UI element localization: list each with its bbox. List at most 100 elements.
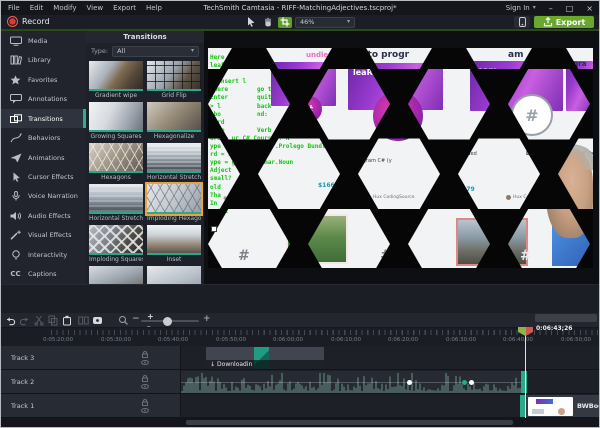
record-label: Record [22, 17, 50, 26]
transition-partial-2[interactable] [147, 266, 201, 284]
downloading-clip[interactable]: ↓ Downloadin [206, 347, 324, 369]
playback-bar: ‹ › 06:43 / 06:53 30 fps Properties [1, 284, 599, 313]
sidebar-item-visual-effects[interactable]: Visual Effects [1, 226, 86, 245]
crop-icon [280, 17, 290, 27]
playhead-line[interactable] [525, 335, 526, 418]
copy-button[interactable] [48, 315, 58, 326]
eye-icon[interactable] [141, 383, 149, 389]
timeline-ruler[interactable]: 0:05:20;00 0:05:30;00 0:05:40;00 0:05:50… [1, 327, 599, 346]
menu-help[interactable]: Help [146, 4, 162, 12]
cursor-icon [9, 172, 22, 182]
sign-in-label: Sign In [505, 4, 530, 12]
timeline-zoom-handle[interactable] [163, 316, 172, 326]
marker-button[interactable] [92, 315, 103, 326]
redo-button[interactable] [19, 315, 30, 326]
interactivity-icon [9, 250, 22, 260]
sidebar-item-favorites[interactable]: Favorites [1, 70, 86, 89]
maximize-button[interactable]: □ [566, 4, 574, 13]
sidebar-item-media[interactable]: Media [1, 31, 86, 50]
marker-icon [93, 317, 102, 324]
canvas-zoom-value: 46% [300, 18, 315, 26]
captions-icon: CC [10, 270, 21, 279]
keyframe-dot[interactable] [469, 379, 474, 385]
menu-export[interactable]: Export [113, 4, 136, 12]
menu-file[interactable]: File [8, 4, 20, 12]
bwbook-clip[interactable]: BWBook [520, 395, 599, 417]
keyframe-dot[interactable] [462, 379, 467, 385]
record-button[interactable]: Record [7, 16, 50, 27]
undo-button[interactable] [5, 315, 16, 326]
sidebar-item-label: Transitions [28, 114, 63, 123]
audio-gain-line[interactable] [181, 382, 527, 383]
lock-icon[interactable] [141, 398, 149, 406]
sidebar-item-animations[interactable]: Animations [1, 148, 86, 167]
type-filter-dropdown[interactable]: All ▾ [112, 45, 199, 57]
sidebar-item-audio-effects[interactable]: Audio Effects [1, 206, 86, 225]
magic-wand-icon [9, 230, 22, 241]
export-label: Export [555, 17, 586, 27]
keyframe-dot[interactable] [407, 379, 412, 385]
transition-imploding-hexagons[interactable]: Imploding Hexagons [147, 184, 201, 223]
track-row-3: Track 3 ↓ Downloadin [1, 346, 599, 370]
add-marker-button[interactable]: + [147, 313, 154, 321]
sidebar-item-voice-narration[interactable]: Voice Narration [1, 187, 86, 206]
transition-hexagonalize[interactable]: Hexagonalize [147, 102, 201, 141]
sidebar-item-interactivity[interactable]: Interactivity [1, 245, 86, 264]
share-device-button[interactable] [514, 16, 530, 28]
sign-in-button[interactable]: Sign In ▾ [506, 4, 536, 12]
transition-partial-1[interactable] [89, 266, 143, 284]
main-toolbar: Record 46% ▾ Export [1, 15, 599, 29]
tools-sidebar: Media Library Favorites Annotations Tran… [1, 31, 86, 284]
transition-inset[interactable]: Inset [147, 225, 201, 264]
sidebar-item-behaviors[interactable]: Behaviors [1, 128, 86, 147]
sidebar-item-annotations[interactable]: Annotations [1, 89, 86, 108]
transition-growing-squares[interactable]: Growing Squares [89, 102, 143, 141]
minimize-button[interactable]: – [549, 4, 553, 13]
timeline-toolbar [1, 313, 599, 327]
ruler-label: 0:06:50;00 [560, 337, 592, 343]
sidebar-item-library[interactable]: Library [1, 50, 86, 69]
timeline-tracks: Track 3 ↓ Downloadin Track 2 Track 1 BWB… [1, 346, 599, 418]
sidebar-item-captions[interactable]: CC Captions [1, 265, 86, 284]
transition-horizontal-stretch-2[interactable]: Horizontal Stretch 2 [89, 184, 143, 223]
cursor-tool-button[interactable] [244, 17, 258, 28]
transition-grid-flip[interactable]: Grid Flip [147, 61, 201, 100]
split-button[interactable] [78, 315, 89, 326]
crop-tool-button[interactable] [278, 16, 292, 28]
ruler-ticks [51, 330, 599, 335]
menu-edit[interactable]: Edit [30, 4, 44, 12]
transitions-grid: Gradient wipe Grid Flip Growing Squares … [86, 59, 204, 284]
transition-hexagons[interactable]: Hexagons [89, 143, 143, 182]
transition-imploding-squares[interactable]: Imploding Squares [89, 225, 143, 264]
ruler-label: 0:06:10;00 [330, 337, 362, 343]
lock-icon[interactable] [141, 374, 149, 382]
export-button[interactable]: Export [534, 16, 594, 28]
menu-view[interactable]: View [86, 4, 103, 12]
zoom-out-button[interactable]: − [132, 314, 140, 324]
ruler-label: 0:05:20;00 [42, 337, 74, 343]
preview-stage[interactable]: Here i leafletg ck > insert l Where go t… [208, 48, 593, 268]
zoom-in-button[interactable]: + [203, 314, 211, 324]
menu-modify[interactable]: Modify [53, 4, 76, 12]
star-icon [9, 75, 22, 85]
close-button[interactable]: × [586, 4, 593, 13]
timeline-hscrollbar-thumb[interactable] [186, 420, 513, 425]
transition-gradient-wipe[interactable]: Gradient wipe [89, 61, 143, 100]
pan-tool-button[interactable] [261, 17, 275, 28]
menu-bar: File Edit Modify View Export Help TechSm… [1, 1, 599, 15]
paste-button[interactable] [62, 315, 72, 326]
canvas-zoom-dropdown[interactable]: 46% ▾ [295, 16, 355, 28]
sidebar-item-cursor-effects[interactable]: Cursor Effects [1, 167, 86, 186]
clip-edge-handle[interactable] [521, 371, 527, 393]
lock-icon[interactable] [141, 350, 149, 358]
ruler-label: 0:05:40;00 [157, 337, 189, 343]
selection-handle[interactable] [211, 226, 217, 232]
eye-icon[interactable] [141, 359, 149, 365]
sidebar-item-transitions[interactable]: Transitions [1, 108, 86, 129]
transition-horizontal-stretch-1[interactable]: Horizontal Stretch 1 [147, 143, 201, 182]
magnifier-icon [119, 316, 128, 325]
timeline-scrollbar-thumb[interactable] [535, 314, 597, 322]
cut-button[interactable] [34, 315, 44, 326]
eye-icon[interactable] [141, 407, 149, 413]
audio-clip[interactable] [181, 371, 527, 393]
